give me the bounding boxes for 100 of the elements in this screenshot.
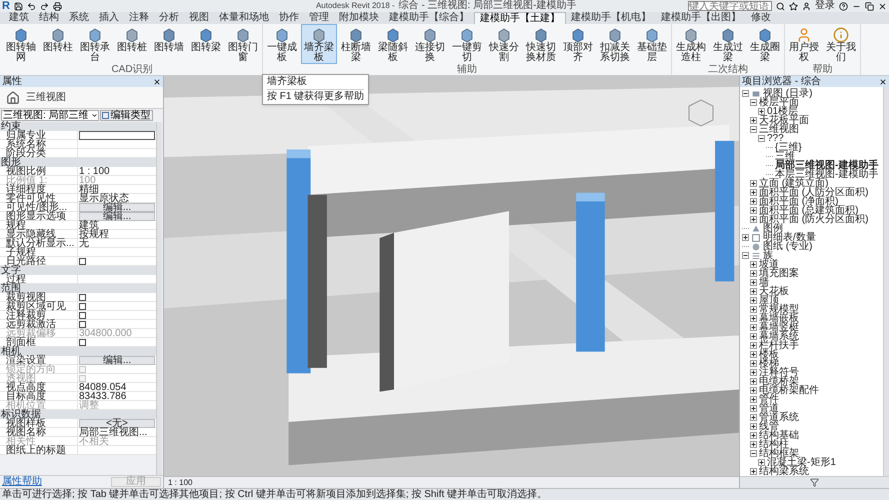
group-header[interactable]: 约束 bbox=[0, 122, 156, 131]
help-icon[interactable] bbox=[839, 2, 848, 10]
ribbon-tab[interactable]: 注释 bbox=[124, 12, 154, 24]
ribbon-tab[interactable]: 建模助手【机电】 bbox=[566, 12, 656, 24]
ribbon-tab[interactable]: 建模助手【出图】 bbox=[656, 12, 746, 24]
ribbon-button[interactable]: 图转柱 bbox=[40, 24, 76, 64]
app-logo[interactable]: R bbox=[2, 0, 10, 12]
tree-item[interactable]: 常规模型 bbox=[759, 305, 799, 314]
ribbon-button[interactable]: 生成构造柱 bbox=[673, 24, 709, 64]
checkbox[interactable] bbox=[79, 258, 86, 264]
tree-item[interactable]: 结构柱 bbox=[759, 440, 789, 449]
tree-item[interactable]: 线管 bbox=[759, 422, 779, 431]
edit-button[interactable]: 编辑... bbox=[79, 356, 155, 364]
collapse-icon[interactable] bbox=[742, 90, 749, 97]
tree-item[interactable]: 幕墙竖梃 bbox=[759, 323, 799, 332]
printer-icon[interactable] bbox=[52, 2, 62, 10]
group-header[interactable]: 相机 bbox=[0, 347, 156, 356]
edit-button[interactable]: <无> bbox=[79, 418, 155, 428]
ribbon-tab[interactable]: 体量和场地 bbox=[214, 12, 274, 24]
help-link[interactable]: 属性帮助 bbox=[2, 477, 42, 487]
tree-item[interactable]: 图纸 (专业) bbox=[763, 242, 812, 251]
ribbon-button[interactable]: 图转梁 bbox=[188, 24, 224, 64]
tree-item[interactable]: 面积平面 (净面积) bbox=[759, 197, 838, 206]
expand-icon[interactable] bbox=[750, 261, 757, 268]
ribbon-tab[interactable]: 系统 bbox=[64, 12, 94, 24]
tree-item[interactable]: 栏杆扶手 bbox=[759, 341, 799, 350]
ribbon-button[interactable]: 图转承台 bbox=[77, 24, 113, 64]
ribbon-tab[interactable]: 视图 bbox=[184, 12, 214, 24]
group-header[interactable]: 图形 bbox=[0, 158, 156, 167]
ribbon-button[interactable]: 墙齐梁板 bbox=[301, 24, 337, 64]
ribbon-button[interactable]: 一键剪切 bbox=[449, 24, 485, 64]
ribbon-tab[interactable]: 建模助手【土建】 bbox=[474, 12, 566, 24]
filter-icon[interactable] bbox=[810, 478, 819, 487]
tree-item[interactable]: 面积平面 (总建筑面积) bbox=[759, 206, 858, 215]
edit-button[interactable]: 编辑... bbox=[79, 202, 155, 212]
scale-label[interactable]: 1 : 100 bbox=[168, 478, 192, 486]
tree-item[interactable]: ??? bbox=[767, 134, 784, 143]
tree-item[interactable]: 结构基础 bbox=[759, 431, 799, 440]
ribbon-button[interactable]: 图转门窗 bbox=[225, 24, 261, 64]
tree-item[interactable]: 立面 (建筑立面) bbox=[759, 179, 828, 188]
redo-icon[interactable] bbox=[40, 2, 49, 10]
tree-item[interactable]: 管道系统 bbox=[759, 413, 799, 422]
expand-icon[interactable] bbox=[750, 360, 757, 367]
expand-icon[interactable] bbox=[750, 468, 757, 475]
expand-icon[interactable] bbox=[750, 405, 757, 412]
ribbon-tab[interactable]: 分析 bbox=[154, 12, 184, 24]
ribbon-button[interactable]: 生成圈梁 bbox=[747, 24, 783, 64]
tree-item[interactable]: 墙 bbox=[759, 278, 769, 287]
expand-icon[interactable] bbox=[750, 324, 757, 331]
tree-item[interactable]: 注释符号 bbox=[759, 368, 799, 377]
collapse-icon[interactable] bbox=[750, 99, 757, 106]
undo-icon[interactable] bbox=[26, 2, 36, 10]
tree-item[interactable]: 视图 (日录) bbox=[763, 89, 812, 98]
expand-icon[interactable] bbox=[750, 342, 757, 349]
scrollbar[interactable] bbox=[156, 122, 162, 475]
tree-item[interactable]: 坡道 bbox=[759, 260, 779, 269]
tree-item[interactable]: 电缆桥架 bbox=[759, 377, 799, 386]
ribbon-tab[interactable]: 协作 bbox=[274, 12, 304, 24]
expand-icon[interactable] bbox=[750, 333, 757, 340]
tree-item[interactable]: 三维 bbox=[775, 152, 795, 161]
tree-item[interactable]: 天花板 bbox=[759, 287, 789, 296]
tree-item[interactable]: 图例 bbox=[763, 224, 783, 233]
checkbox[interactable] bbox=[79, 302, 86, 310]
scrollbar[interactable] bbox=[883, 87, 889, 476]
save-icon[interactable] bbox=[14, 2, 23, 10]
collapse-icon[interactable] bbox=[750, 450, 757, 457]
ribbon-button[interactable]: 柱断墙梁 bbox=[338, 24, 374, 64]
ribbon-tab[interactable]: 附加模块 bbox=[334, 12, 384, 24]
expand-icon[interactable] bbox=[750, 387, 757, 394]
view-selector[interactable]: 三维视图: 局部三维 bbox=[1, 110, 99, 121]
tree-item[interactable]: 管道 bbox=[759, 404, 779, 413]
ribbon-button[interactable]: 一键成板 bbox=[264, 24, 300, 64]
ribbon-tab[interactable]: 修改 bbox=[746, 12, 776, 24]
ribbon-tab[interactable]: 建模助手【综合】 bbox=[384, 12, 474, 24]
tree-item[interactable]: 三维视图 bbox=[759, 125, 799, 134]
expand-icon[interactable] bbox=[758, 459, 765, 466]
expand-icon[interactable] bbox=[750, 198, 757, 205]
tree-item[interactable]: 楼层平面 bbox=[759, 98, 799, 107]
ribbon-button[interactable]: 关于我们 bbox=[823, 24, 859, 64]
expand-icon[interactable] bbox=[750, 369, 757, 376]
expand-icon[interactable] bbox=[750, 189, 757, 196]
expand-icon[interactable] bbox=[750, 432, 757, 439]
edit-type-button[interactable]: 编辑类型 bbox=[100, 110, 153, 121]
tree-item[interactable]: 族 bbox=[763, 251, 773, 260]
group-header[interactable]: 文字 bbox=[0, 266, 156, 275]
tree-item[interactable]: 幕墙系统 bbox=[759, 332, 799, 341]
expand-icon[interactable] bbox=[750, 315, 757, 322]
tree-item[interactable]: 幕墙嵌板 bbox=[759, 314, 799, 323]
tree-item[interactable]: 01楼层 bbox=[767, 107, 798, 116]
ribbon-button[interactable]: 连接切换 bbox=[412, 24, 448, 64]
group-header[interactable]: 范围 bbox=[0, 284, 156, 293]
close-icon[interactable] bbox=[153, 78, 161, 86]
expand-icon[interactable] bbox=[750, 396, 757, 403]
expand-icon[interactable] bbox=[750, 216, 757, 223]
expand-icon[interactable] bbox=[750, 288, 757, 295]
ribbon-button[interactable]: 生成过梁 bbox=[710, 24, 746, 64]
ribbon-button[interactable]: 图转轴网 bbox=[3, 24, 39, 64]
tree-item[interactable]: 局部三维视图-建模助手 bbox=[775, 161, 878, 170]
ribbon-button[interactable]: 顶部对齐 bbox=[560, 24, 596, 64]
ribbon-tab[interactable]: 管理 bbox=[304, 12, 334, 24]
